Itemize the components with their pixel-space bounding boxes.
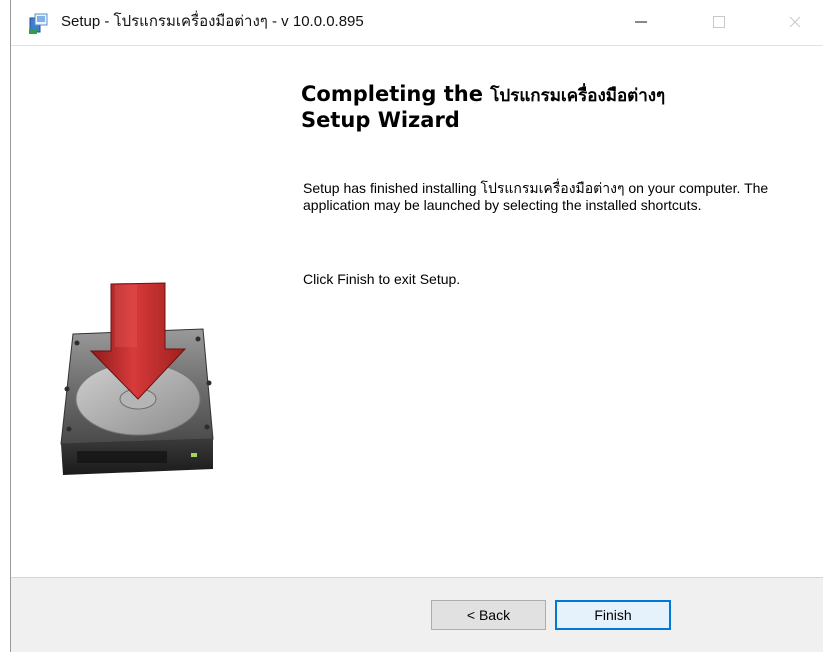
- heading-part1: Completing the: [301, 82, 483, 106]
- minimize-button[interactable]: [621, 8, 661, 38]
- completion-description: Setup has finished installing โปรแกรมเคร…: [303, 180, 769, 213]
- setup-app-icon: [27, 12, 51, 36]
- finish-button[interactable]: Finish: [555, 600, 671, 630]
- hard-drive-download-icon: [53, 279, 223, 539]
- title-bar[interactable]: Setup - โปรแกรมเครื่องมือต่างๆ - v 10.0.…: [11, 0, 823, 46]
- wizard-heading: Completing the โปรแกรมเครื่องมือต่างๆ Se…: [301, 82, 801, 132]
- window-title: Setup - โปรแกรมเครื่องมือต่างๆ - v 10.0.…: [61, 13, 364, 30]
- heading-part2: Setup Wizard: [301, 108, 460, 132]
- maximize-button[interactable]: [699, 8, 739, 38]
- back-button[interactable]: < Back: [431, 600, 546, 630]
- wizard-content: Completing the โปรแกรมเครื่องมือต่างๆ Se…: [11, 47, 823, 577]
- heading-app-name: โปรแกรมเครื่องมือต่างๆ: [490, 86, 666, 106]
- close-icon: [788, 14, 802, 33]
- minimize-icon: [634, 14, 648, 33]
- close-button[interactable]: [775, 8, 815, 38]
- setup-window: Setup - โปรแกรมเครื่องมือต่างๆ - v 10.0.…: [10, 0, 823, 652]
- button-bar: < Back Finish: [11, 577, 823, 652]
- finish-instruction: Click Finish to exit Setup.: [303, 271, 461, 287]
- maximize-icon: [712, 14, 726, 33]
